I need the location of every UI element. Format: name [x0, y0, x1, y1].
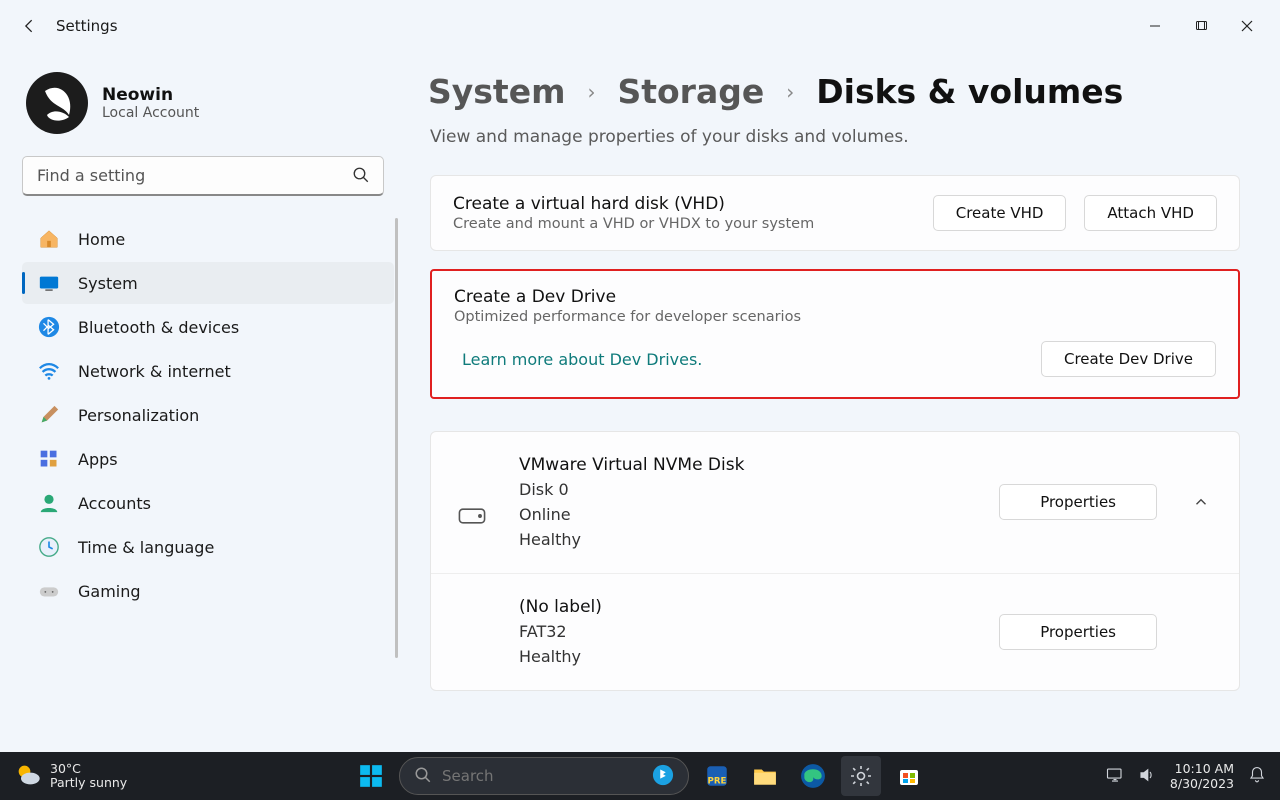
disk-properties-button[interactable]: Properties	[999, 484, 1157, 520]
start-button[interactable]	[351, 756, 391, 796]
attach-vhd-button[interactable]: Attach VHD	[1084, 195, 1217, 231]
sidebar-scrollbar[interactable]	[395, 218, 398, 658]
system-icon	[38, 272, 60, 294]
vol-title: (No label)	[519, 594, 971, 620]
close-button[interactable]	[1224, 10, 1270, 42]
minimize-button[interactable]	[1132, 10, 1178, 42]
breadcrumb: System › Storage › Disks & volumes	[428, 72, 1256, 111]
vol-fs: FAT32	[519, 620, 971, 645]
sidebar-item-bluetooth[interactable]: Bluetooth & devices	[22, 306, 394, 348]
sidebar-item-time[interactable]: Time & language	[22, 526, 394, 568]
devdrive-desc: Optimized performance for developer scen…	[454, 309, 1216, 325]
taskbar-tray-monitor-icon[interactable]	[1106, 766, 1124, 787]
sidebar-item-label: Apps	[78, 450, 118, 469]
breadcrumb-storage[interactable]: Storage	[617, 72, 764, 111]
disk-icon	[453, 480, 491, 524]
taskbar-volume-icon[interactable]	[1138, 766, 1156, 787]
volume-row: (No label) FAT32 Healthy Properties	[431, 573, 1239, 690]
taskbar-notifications-icon[interactable]	[1248, 766, 1266, 787]
disk-status: Online	[519, 503, 971, 528]
sidebar-item-label: Network & internet	[78, 362, 231, 381]
breadcrumb-system[interactable]: System	[428, 72, 565, 111]
volume-icon	[453, 618, 491, 646]
maximize-button[interactable]	[1178, 10, 1224, 42]
user-name: Neowin	[102, 85, 199, 105]
card-disks: VMware Virtual NVMe Disk Disk 0 Online H…	[430, 431, 1240, 691]
devdrive-title: Create a Dev Drive	[454, 287, 1216, 307]
search-icon	[414, 766, 432, 787]
taskbar-time: 10:10 AM	[1170, 761, 1234, 776]
vhd-title: Create a virtual hard disk (VHD)	[453, 194, 915, 214]
apps-icon	[38, 448, 60, 470]
wifi-icon	[38, 360, 60, 382]
gamepad-icon	[38, 580, 60, 602]
sidebar-item-personalization[interactable]: Personalization	[22, 394, 394, 436]
taskbar-weather-text: Partly sunny	[50, 776, 127, 790]
page-subtitle: View and manage properties of your disks…	[430, 127, 1256, 147]
sidebar-item-apps[interactable]: Apps	[22, 438, 394, 480]
card-vhd: Create a virtual hard disk (VHD) Create …	[430, 175, 1240, 251]
taskbar-date: 8/30/2023	[1170, 776, 1234, 791]
sidebar-item-label: Time & language	[78, 538, 214, 557]
sidebar-item-label: Personalization	[78, 406, 199, 425]
taskbar-weather[interactable]: 30°C Partly sunny	[14, 761, 127, 792]
create-devdrive-button[interactable]: Create Dev Drive	[1041, 341, 1216, 377]
sidebar-item-label: Bluetooth & devices	[78, 318, 239, 337]
sidebar-item-network[interactable]: Network & internet	[22, 350, 394, 392]
create-vhd-button[interactable]: Create VHD	[933, 195, 1067, 231]
vol-properties-button[interactable]: Properties	[999, 614, 1157, 650]
sidebar-item-accounts[interactable]: Accounts	[22, 482, 394, 524]
devdrive-learn-link[interactable]: Learn more about Dev Drives.	[462, 350, 702, 369]
vol-health: Healthy	[519, 645, 971, 670]
search-icon	[352, 166, 370, 188]
user-account-type: Local Account	[102, 105, 199, 121]
taskbar-explorer[interactable]	[745, 756, 785, 796]
breadcrumb-current: Disks & volumes	[816, 72, 1123, 111]
sidebar-item-label: Home	[78, 230, 125, 249]
weather-icon	[14, 761, 42, 792]
main-content: System › Storage › Disks & volumes View …	[320, 52, 1280, 752]
sidebar-item-home[interactable]: Home	[22, 218, 394, 260]
taskbar: 30°C Partly sunny PRE 10:10 AM 8/30/2023	[0, 752, 1280, 800]
taskbar-app-preview[interactable]: PRE	[697, 756, 737, 796]
disk-number: Disk 0	[519, 478, 971, 503]
taskbar-msstore[interactable]	[889, 756, 929, 796]
vhd-desc: Create and mount a VHD or VHDX to your s…	[453, 216, 915, 232]
taskbar-settings[interactable]	[841, 756, 881, 796]
taskbar-search[interactable]	[399, 757, 689, 795]
avatar	[26, 72, 88, 134]
home-icon	[38, 228, 60, 250]
taskbar-edge[interactable]	[793, 756, 833, 796]
sidebar-item-label: System	[78, 274, 138, 293]
disk-row: VMware Virtual NVMe Disk Disk 0 Online H…	[431, 432, 1239, 573]
disk-health: Healthy	[519, 528, 971, 553]
svg-text:PRE: PRE	[708, 777, 727, 787]
app-title: Settings	[56, 17, 118, 35]
sidebar-item-gaming[interactable]: Gaming	[22, 570, 394, 612]
bluetooth-icon	[38, 316, 60, 338]
brush-icon	[38, 404, 60, 426]
back-button[interactable]	[10, 16, 50, 36]
clock-icon	[38, 536, 60, 558]
sidebar-item-label: Accounts	[78, 494, 151, 513]
search-input[interactable]	[22, 156, 384, 196]
sidebar: Neowin Local Account Home System Bluetoo…	[0, 52, 320, 752]
sidebar-item-system[interactable]: System	[22, 262, 394, 304]
taskbar-clock[interactable]: 10:10 AM 8/30/2023	[1170, 761, 1234, 791]
collapse-button[interactable]	[1185, 493, 1217, 511]
chevron-right-icon: ›	[587, 80, 595, 104]
taskbar-search-input[interactable]	[442, 767, 642, 785]
chevron-right-icon: ›	[786, 80, 794, 104]
taskbar-temp: 30°C	[50, 762, 127, 776]
nav: Home System Bluetooth & devices Network …	[22, 218, 394, 612]
disk-title: VMware Virtual NVMe Disk	[519, 452, 971, 478]
sidebar-item-label: Gaming	[78, 582, 141, 601]
user-block[interactable]: Neowin Local Account	[22, 72, 302, 134]
account-icon	[38, 492, 60, 514]
bing-icon	[652, 764, 674, 789]
titlebar: Settings	[0, 0, 1280, 52]
card-devdrive: Create a Dev Drive Optimized performance…	[430, 269, 1240, 399]
